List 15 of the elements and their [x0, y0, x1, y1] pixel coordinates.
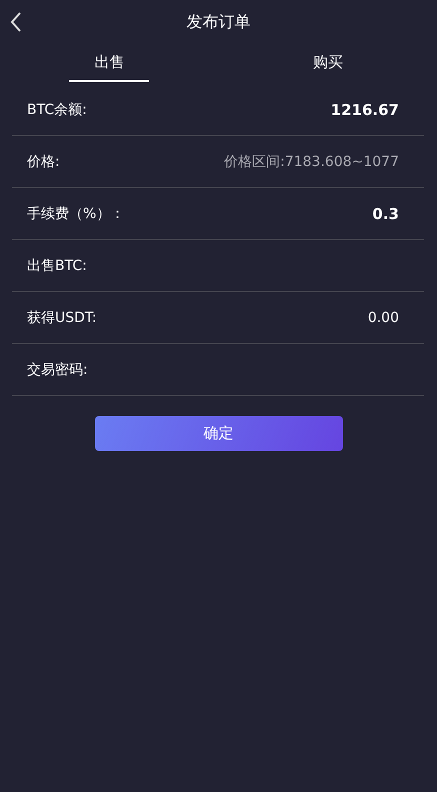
- back-icon[interactable]: [9, 11, 23, 33]
- field-label: 获得USDT:: [27, 308, 97, 326]
- confirm-button[interactable]: 确定: [94, 416, 342, 451]
- field-value: 0.3: [372, 204, 399, 222]
- field-label: BTC余额:: [27, 100, 87, 118]
- page-title: 发布订单: [186, 12, 250, 32]
- input-field[interactable]: 价格区间:7183.608~1077: [68, 150, 399, 174]
- tab[interactable]: 购买: [298, 44, 357, 82]
- field-label: 交易密码:: [27, 360, 88, 378]
- tab[interactable]: 出售: [69, 44, 150, 82]
- field-label: 手续费（%）：: [27, 204, 124, 222]
- field-value: 1216.67: [330, 100, 399, 118]
- field-label: 出售BTC:: [27, 256, 87, 274]
- field-label: 价格:: [27, 152, 60, 170]
- field-value: 0.00: [368, 310, 399, 326]
